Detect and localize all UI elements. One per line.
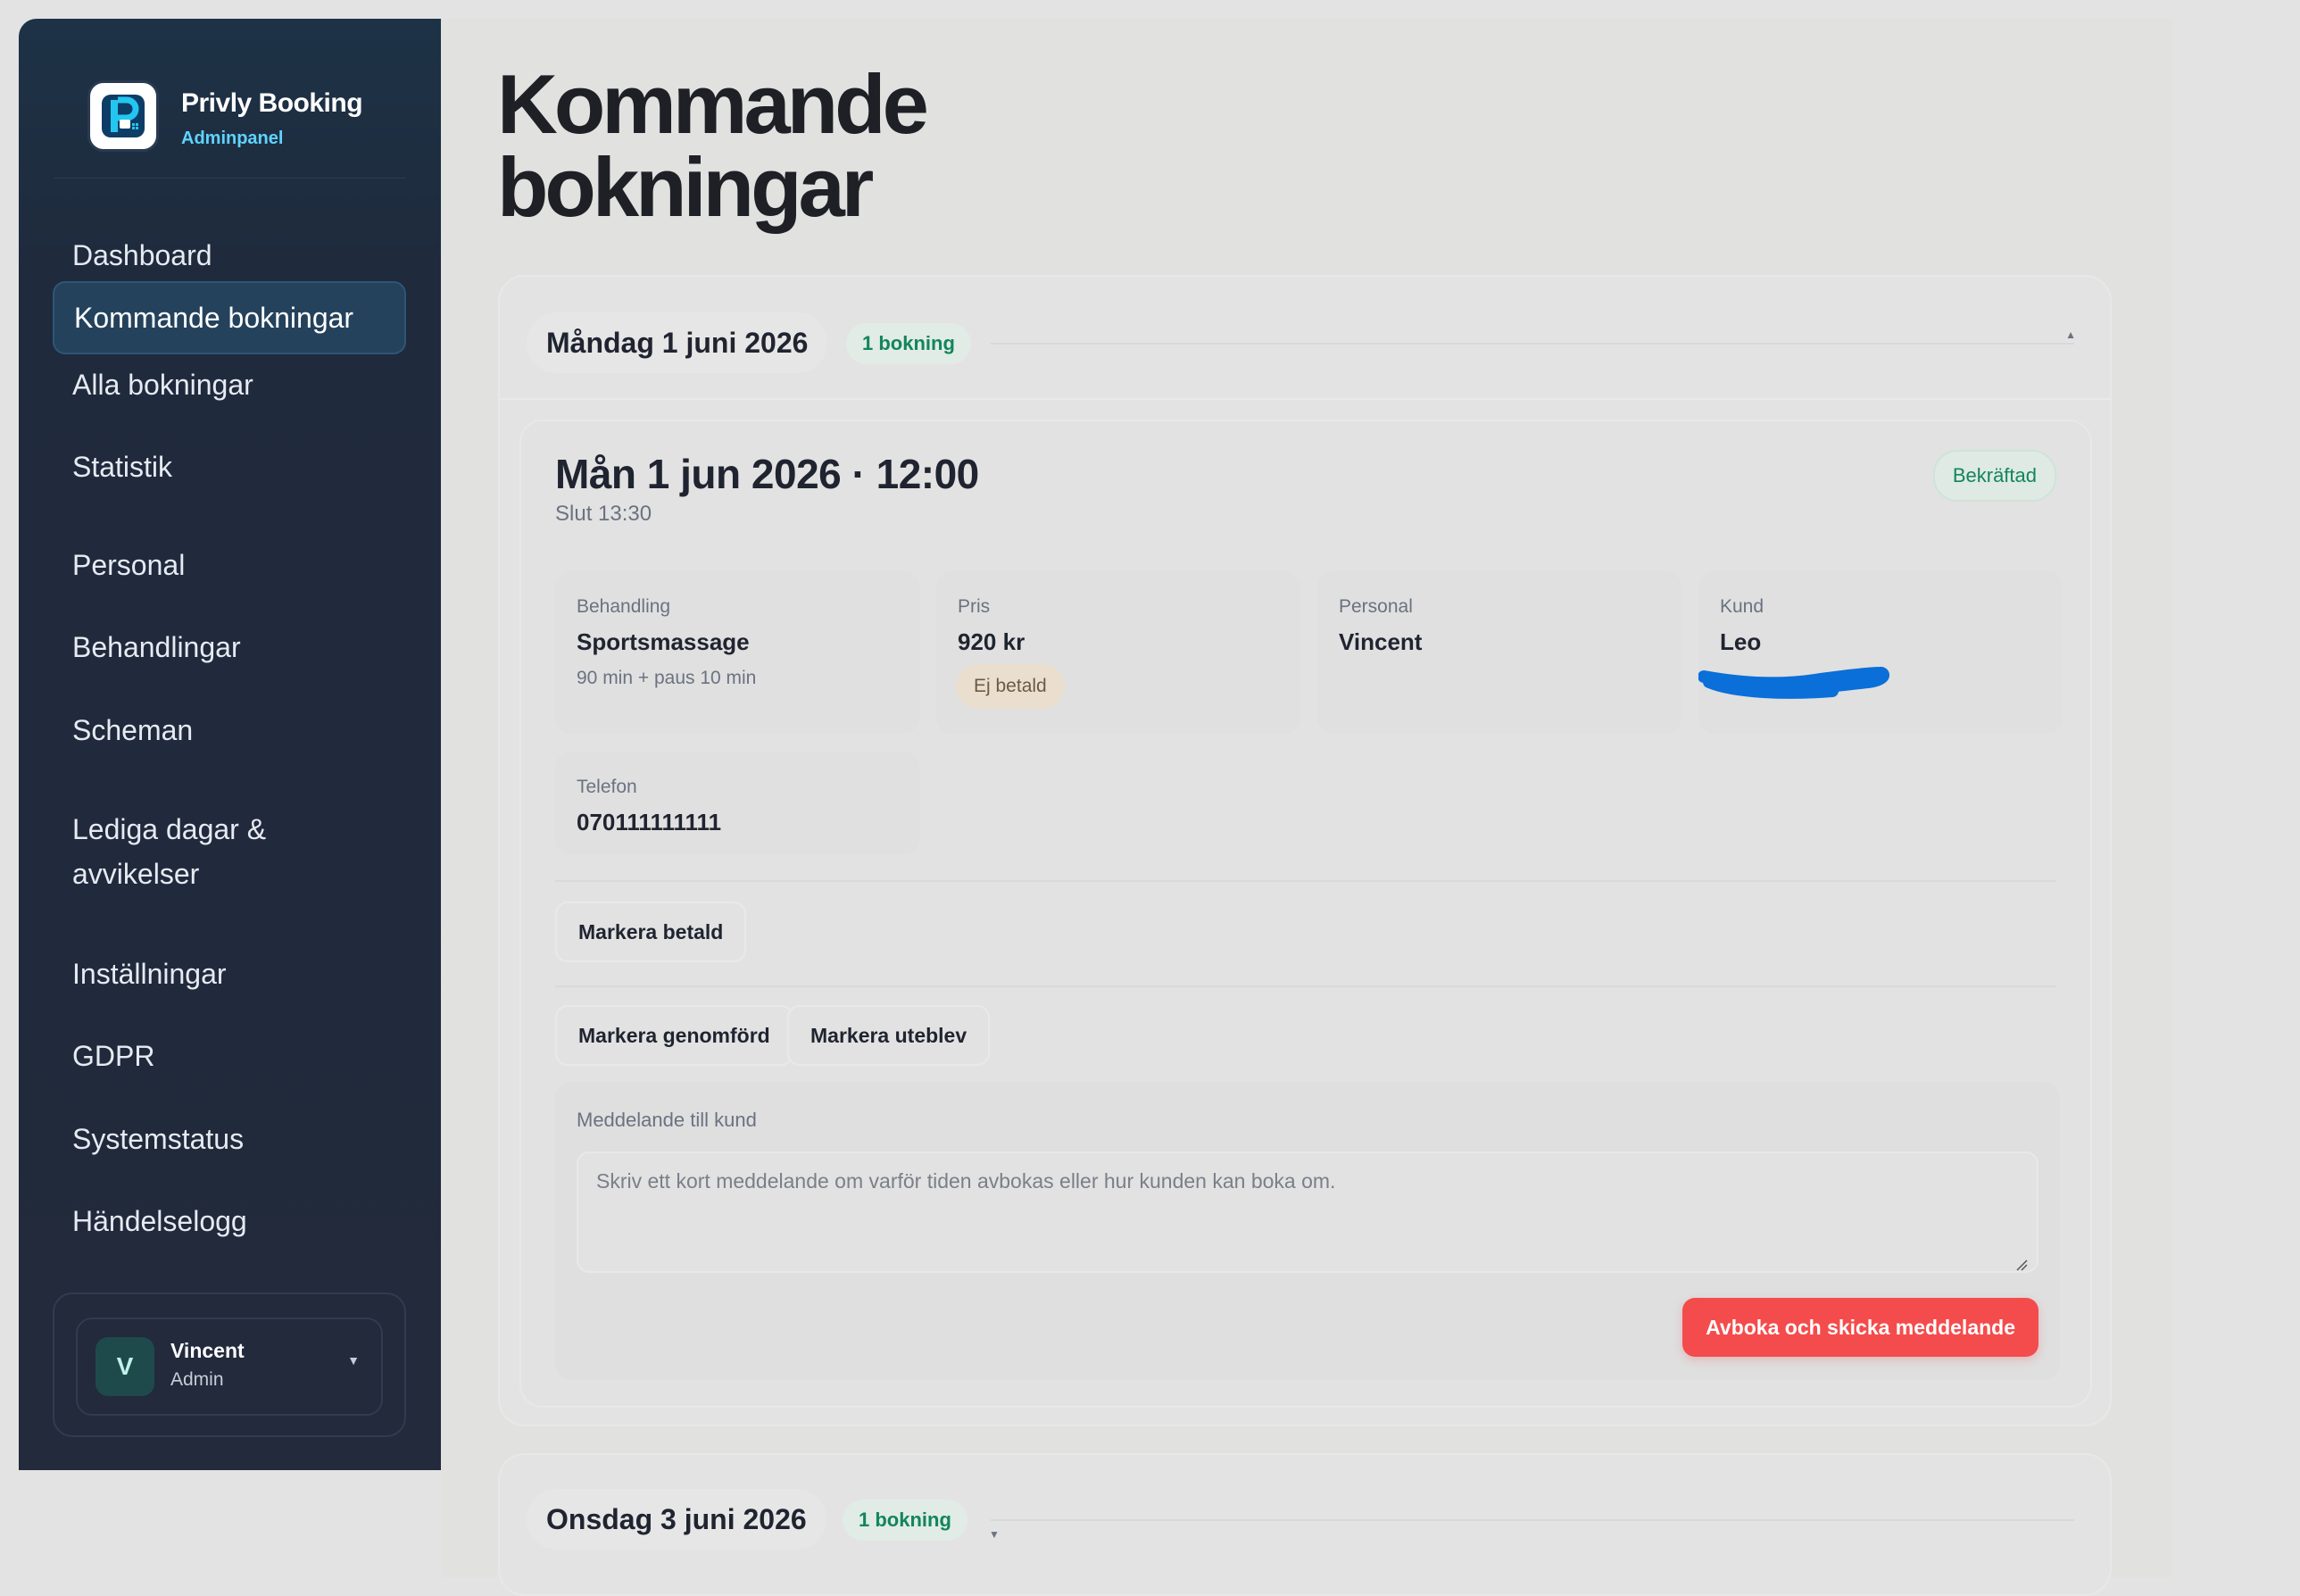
staff-label: Personal (1339, 596, 1413, 617)
booking-count-badge: 1 bokning (843, 1500, 967, 1541)
message-textarea[interactable] (577, 1151, 2038, 1273)
message-label: Meddelande till kund (577, 1109, 757, 1131)
divider (555, 880, 2056, 882)
payment-status-badge: Ej betald (956, 664, 1065, 709)
customer-tile: Kund Leo (1698, 571, 2063, 734)
chevron-up-icon[interactable]: ▲ (2065, 328, 2076, 341)
phone-value: 070111111111 (577, 809, 722, 835)
cancel-and-send-button[interactable]: Avboka och skicka meddelande (1682, 1298, 2038, 1357)
sidebar-item-settings[interactable]: Inställningar (53, 937, 406, 1010)
price-label: Pris (958, 596, 991, 617)
divider (500, 398, 2110, 400)
sidebar-item-gdpr[interactable]: GDPR (53, 1019, 406, 1093)
booking-count-badge: 1 bokning (846, 323, 971, 364)
price-value: 920 kr (958, 628, 1025, 655)
sidebar-item-all-bookings[interactable]: Alla bokningar (53, 348, 406, 421)
treatment-value: Sportsmassage (577, 628, 750, 655)
brand-subtitle: Adminpanel (181, 129, 284, 148)
sidebar-item-upcoming-bookings[interactable]: Kommande bokningar (53, 281, 406, 354)
phone-label: Telefon (577, 777, 637, 797)
treatment-duration: 90 min + paus 10 min (577, 668, 757, 688)
sidebar-item-schedules[interactable]: Scheman (53, 694, 406, 767)
page-title: Kommande bokningar (497, 57, 929, 234)
chevron-down-icon[interactable]: ▼ (989, 1528, 1000, 1541)
status-badge: Bekräftad (1932, 450, 2056, 502)
divider (555, 985, 2056, 987)
customer-value: Leo (1720, 628, 1762, 655)
user-role: Admin (170, 1369, 224, 1390)
mark-no-show-button[interactable]: Markera uteblev (787, 1005, 991, 1066)
staff-tile: Personal Vincent (1317, 571, 1681, 734)
day-title: Måndag 1 juni 2026 (527, 312, 828, 373)
day-title: Onsdag 3 juni 2026 (527, 1489, 826, 1550)
message-section: Meddelande till kund Avboka och skicka m… (555, 1082, 2060, 1380)
avatar: V (95, 1337, 154, 1396)
day-header[interactable]: Måndag 1 juni 2026 1 bokning ▲ (527, 312, 2083, 373)
user-menu-container: V Vincent Admin ▼ (53, 1293, 406, 1437)
day-group: Måndag 1 juni 2026 1 bokning ▲ Mån 1 jun… (498, 275, 2112, 1426)
divider (991, 1519, 2074, 1521)
sidebar-item-staff[interactable]: Personal (53, 528, 406, 602)
day-group: Onsdag 3 juni 2026 1 bokning ▼ (498, 1453, 2112, 1596)
brand-logo-icon (87, 80, 159, 152)
day-header[interactable]: Onsdag 3 juni 2026 1 bokning ▼ (527, 1489, 2083, 1550)
resize-grip-icon[interactable] (2015, 1259, 2028, 1271)
mark-completed-button[interactable]: Markera genomförd (555, 1005, 793, 1066)
mark-paid-button[interactable]: Markera betald (555, 902, 747, 962)
redaction-scribble (1698, 667, 1890, 699)
user-menu-button[interactable]: V Vincent Admin ▼ (76, 1318, 383, 1416)
sidebar-item-event-log[interactable]: Händelselogg (53, 1185, 406, 1258)
divider (991, 343, 2074, 345)
sidebar-item-treatments[interactable]: Behandlingar (53, 611, 406, 684)
brand-name: Privly Booking (181, 88, 363, 118)
booking-datetime: Mån 1 jun 2026 · 12:00 (555, 451, 979, 497)
phone-tile: Telefon 070111111111 (555, 752, 919, 855)
sidebar-item-statistics[interactable]: Statistik (53, 430, 406, 503)
sidebar-item-days-off[interactable]: Lediga dagar & avvikelser (53, 807, 320, 905)
user-name: Vincent (170, 1339, 245, 1362)
price-tile: Pris 920 kr Ej betald (936, 571, 1300, 734)
caret-down-icon: ▼ (347, 1353, 360, 1367)
treatment-tile: Behandling Sportsmassage 90 min + paus 1… (555, 571, 919, 734)
brand: Privly Booking Adminpanel (54, 60, 406, 179)
sidebar: Privly Booking Adminpanel Dashboard Komm… (19, 19, 441, 1470)
staff-value: Vincent (1339, 628, 1423, 655)
customer-label: Kund (1720, 596, 1764, 617)
booking-card: Mån 1 jun 2026 · 12:00 Slut 13:30 Bekräf… (519, 420, 2092, 1408)
booking-end-time: Slut 13:30 (555, 502, 652, 526)
treatment-label: Behandling (577, 596, 671, 617)
sidebar-item-system-status[interactable]: Systemstatus (53, 1102, 406, 1176)
